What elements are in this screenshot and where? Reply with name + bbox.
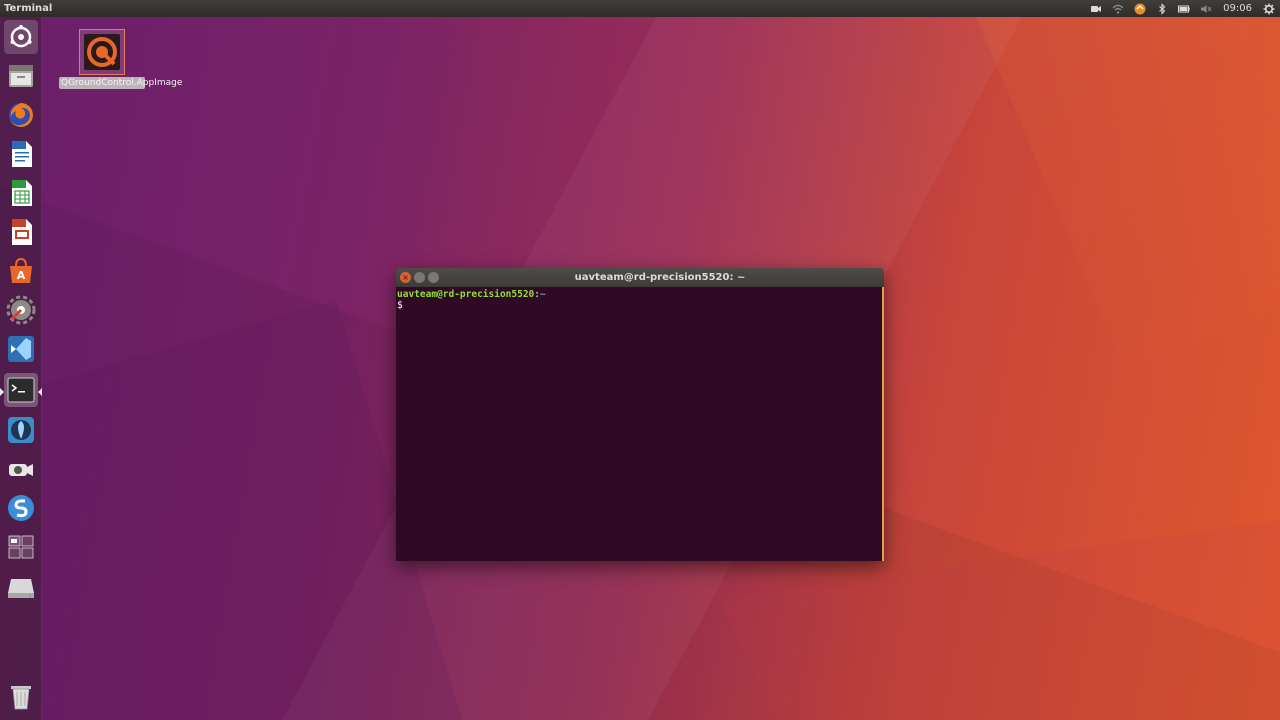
prompt-line: uavteam@rd-precision5520:~ [397, 289, 881, 300]
terminal-titlebar[interactable]: × uavteam@rd-precision5520: ~ [396, 268, 884, 287]
trash-icon[interactable] [4, 679, 38, 713]
active-indicator-right [38, 388, 42, 396]
input-line: $ [397, 300, 881, 311]
prompt-symbol: $ [397, 300, 403, 311]
impress-icon[interactable] [4, 215, 38, 249]
top-panel: Terminal 09:06 [0, 0, 1280, 17]
volume-icon[interactable] [1199, 3, 1213, 15]
video-icon[interactable] [1089, 3, 1103, 15]
workspace-switcher-icon[interactable] [4, 530, 38, 564]
indicator-area: 09:06 [1089, 2, 1276, 15]
gear-icon[interactable] [1262, 3, 1276, 15]
clock[interactable]: 09:06 [1223, 3, 1252, 14]
firefox-icon[interactable] [4, 98, 38, 132]
update-icon[interactable] [1133, 3, 1147, 15]
terminal-window[interactable]: × uavteam@rd-precision5520: ~ uavteam@rd… [396, 268, 884, 561]
dash-icon[interactable] [4, 20, 38, 54]
wifi-icon[interactable] [1111, 3, 1125, 15]
prompt-user-host: uavteam@rd-precision5520 [397, 289, 535, 300]
active-app-title: Terminal [4, 3, 53, 14]
qgroundcontrol-icon[interactable] [4, 413, 38, 447]
battery-icon[interactable] [1177, 3, 1191, 15]
terminal-icon[interactable] [4, 373, 38, 407]
simplenote-icon[interactable] [4, 491, 38, 525]
bluetooth-icon[interactable] [1155, 2, 1169, 15]
terminal-title: uavteam@rd-precision5520: ~ [574, 272, 746, 283]
files-icon[interactable] [4, 59, 38, 93]
drive-icon[interactable] [4, 569, 38, 603]
qgroundcontrol-app-icon [79, 29, 125, 75]
system-settings-icon[interactable] [4, 293, 38, 327]
launcher: A [0, 17, 42, 720]
vscode-icon[interactable] [4, 332, 38, 366]
terminal-body[interactable]: uavteam@rd-precision5520:~ $ [396, 287, 884, 561]
webcam-icon[interactable] [4, 452, 38, 486]
prompt-path: ~ [540, 289, 546, 300]
writer-icon[interactable] [4, 137, 38, 171]
desktop-icon-qgroundcontrol[interactable]: QGroundControl.AppImage [59, 29, 183, 89]
calc-icon[interactable] [4, 176, 38, 210]
svg-text:A: A [17, 269, 26, 282]
software-center-icon[interactable]: A [4, 254, 38, 288]
desktop-icon-label: QGroundControl.AppImage [59, 77, 183, 89]
